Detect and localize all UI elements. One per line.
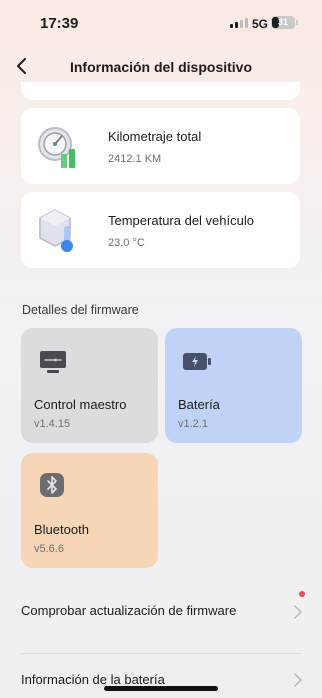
mileage-label: Kilometraje total: [108, 129, 202, 144]
row-divider: [21, 653, 302, 654]
thermometer-icon: [39, 209, 73, 252]
info-card-temperature: Temperatura del vehículo 23.0 °C: [21, 192, 300, 268]
firmware-tile-battery[interactable]: Batería v1.2.1: [165, 328, 302, 443]
firmware-label: Control maestro: [34, 397, 127, 412]
firmware-version: v5.6.6: [34, 543, 64, 555]
network-type: 5G: [252, 17, 269, 31]
battery-icon: [183, 353, 211, 370]
temperature-value: 23.0 °C: [108, 237, 145, 249]
row-label: Comprobar actualización de firmware: [21, 603, 237, 618]
chevron-right-icon: [294, 673, 302, 687]
info-card-mileage: Kilometraje total 2412.1 KM: [21, 108, 300, 184]
chevron-right-icon: [294, 605, 302, 619]
home-indicator[interactable]: [104, 686, 218, 691]
page-title: Información del dispositivo: [69, 59, 253, 75]
gauge-icon: [38, 127, 75, 168]
info-card-partial: [21, 82, 300, 100]
bluetooth-icon: [40, 473, 64, 497]
firmware-label: Batería: [178, 397, 220, 412]
update-badge: [299, 591, 305, 597]
controller-icon: [40, 351, 66, 373]
battery-percent: 31: [277, 17, 288, 27]
firmware-section-title: Detalles del firmware: [22, 303, 139, 317]
status-time: 17:39: [40, 15, 79, 32]
temperature-label: Temperatura del vehículo: [108, 213, 254, 228]
check-firmware-update-row[interactable]: Comprobar actualización de firmware: [0, 600, 322, 644]
firmware-version: v1.4.15: [34, 418, 71, 430]
mileage-value: 2412.1 KM: [108, 153, 162, 165]
signal-icon: [230, 18, 248, 28]
firmware-tile-bluetooth[interactable]: Bluetooth v5.6.6: [21, 453, 158, 568]
battery-status-icon: 31: [271, 16, 298, 29]
firmware-tile-master-control[interactable]: Control maestro v1.4.15: [21, 328, 158, 443]
firmware-label: Bluetooth: [34, 522, 89, 537]
firmware-version: v1.2.1: [178, 418, 208, 430]
status-bar: 17:39 5G 31: [0, 0, 322, 46]
